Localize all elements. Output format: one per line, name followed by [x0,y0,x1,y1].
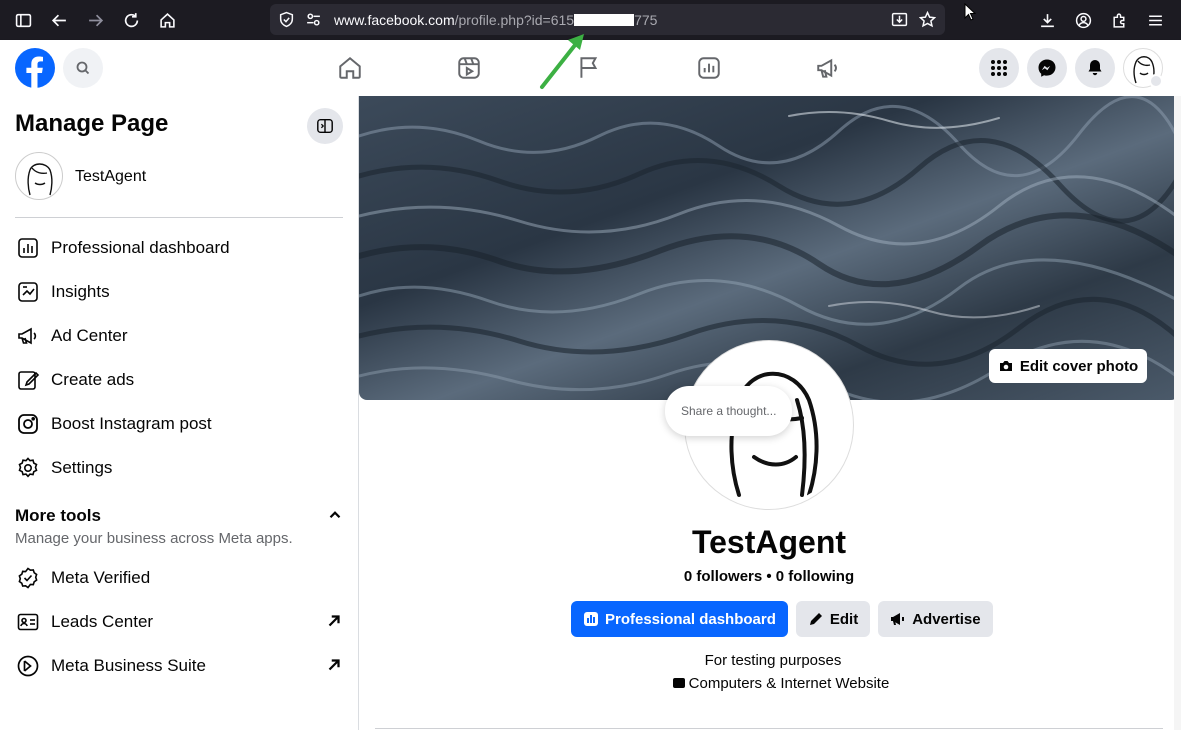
reload-icon[interactable] [119,8,143,32]
downloads-icon[interactable] [1035,8,1059,32]
megaphone-icon [891,613,905,625]
profile-main: Edit cover photo Share a thought... Test… [359,96,1181,730]
more-tools-subtitle: Manage your business across Meta apps. [15,530,293,547]
sidebar-item-create-ads[interactable]: Create ads [8,360,351,400]
page-scrollbar[interactable] [1174,96,1181,730]
profile-actions: Professional dashboard Edit Advertise [571,601,993,637]
divider [15,217,343,218]
forward-icon[interactable] [83,8,107,32]
category-briefcase-icon [672,678,685,688]
sidebar-item-boost-instagram-post[interactable]: Boost Instagram post [8,404,351,444]
professional-dashboard-button[interactable]: Professional dashboard [571,601,788,637]
notifications-bell-icon[interactable] [1075,48,1115,88]
dashboard-icon[interactable] [691,50,727,86]
site-permissions-icon[interactable] [305,11,322,28]
ads-megaphone-icon[interactable] [810,50,846,86]
camera-icon [999,361,1012,371]
share-thought-bubble[interactable]: Share a thought... [665,386,793,436]
url-bar[interactable]: www.facebook.com/profile.php?id=615 775 [270,4,945,35]
sidebar-item-label: Meta Verified [51,568,151,587]
dashboard-icon [584,612,598,626]
profile-name: TestAgent [691,524,847,560]
page-category: Computers & Internet Website [359,675,1181,692]
advertise-button[interactable]: Advertise [878,601,993,637]
sidebar-item-label: Insights [51,282,110,301]
account-icon[interactable] [1071,8,1095,32]
bookmark-star-icon[interactable] [919,11,936,28]
business-suite-icon [14,652,42,680]
back-icon[interactable] [47,8,71,32]
edit-label: Edit [829,610,859,628]
pencil-icon [809,613,822,625]
mouse-cursor-icon [964,3,976,21]
external-link-icon [328,615,340,627]
sidebar-toggle-icon[interactable] [11,8,35,32]
manage-page-sidebar: Manage Page TestAgent Professional dashb… [0,96,359,730]
url-path-suffix: 775 [634,12,658,28]
category-label: Computers & Internet Website [688,675,890,692]
page-name[interactable]: TestAgent [75,168,146,186]
facebook-logo-icon[interactable] [15,48,55,88]
account-menu-chevron-icon[interactable] [1149,74,1163,88]
gear-icon [14,454,42,482]
url-host: www.facebook.com [334,12,455,28]
shield-icon[interactable] [278,11,295,28]
professional-dashboard-label: Professional dashboard [605,610,776,628]
edit-cover-photo-button[interactable]: Edit cover photo [989,349,1147,383]
annotation-arrow-icon [540,34,584,89]
edit-button[interactable]: Edit [795,601,871,637]
messenger-icon[interactable] [1027,48,1067,88]
menu-hamburger-icon[interactable] [1143,8,1167,32]
url-text: www.facebook.com/profile.php?id=615 775 [334,12,657,28]
sidebar-item-meta-verified[interactable]: Meta Verified [8,558,351,598]
sidebar-item-label: Meta Business Suite [51,656,206,675]
more-tools-title[interactable]: More tools [15,506,101,526]
external-link-icon [328,659,340,671]
sidebar-item-label: Leads Center [51,612,154,631]
verified-icon [14,564,42,592]
sidebar-item-label: Boost Instagram post [51,414,212,433]
sidebar-item-professional-dashboard[interactable]: Professional dashboard [8,228,351,268]
advertise-label: Advertise [912,610,981,628]
sidebar-item-settings[interactable]: Settings [8,448,351,488]
sidebar-item-label: Create ads [51,370,135,389]
megaphone-icon [14,322,42,350]
page-bio: For testing purposes [704,652,842,669]
sidebar-item-label: Ad Center [51,326,128,345]
extensions-icon[interactable] [1107,8,1131,32]
collapse-sidebar-icon[interactable] [307,108,343,144]
sidebar-title: Manage Page [15,110,169,137]
insights-icon [14,278,42,306]
sidebar-item-meta-business-suite[interactable]: Meta Business Suite [8,646,351,686]
url-redaction [574,14,635,26]
pencil-icon [14,366,42,394]
menu-grid-icon[interactable] [979,48,1019,88]
browser-toolbar: www.facebook.com/profile.php?id=615 775 [0,0,1181,40]
sidebar-item-label: Professional dashboard [51,238,230,257]
instagram-icon [14,410,42,438]
follow-counts[interactable]: 0 followers • 0 following [359,568,1179,585]
chevron-up-icon[interactable] [326,506,344,524]
home-browser-icon[interactable] [155,8,179,32]
edit-cover-label: Edit cover photo [1019,357,1139,375]
video-icon[interactable] [451,50,487,86]
search-icon[interactable] [63,48,103,88]
sidebar-item-ad-center[interactable]: Ad Center [8,316,351,356]
leads-icon [14,608,42,636]
page-avatar[interactable] [15,152,63,200]
sidebar-item-insights[interactable]: Insights [8,272,351,312]
divider [375,728,1163,729]
sidebar-item-leads-center[interactable]: Leads Center [8,602,351,642]
sidebar-item-label: Settings [51,458,113,477]
save-page-icon[interactable] [891,11,908,28]
url-path-prefix: /profile.php?id=615 [454,12,575,28]
dashboard-icon [14,234,42,262]
facebook-top-nav [0,40,1181,96]
home-icon[interactable] [332,50,368,86]
